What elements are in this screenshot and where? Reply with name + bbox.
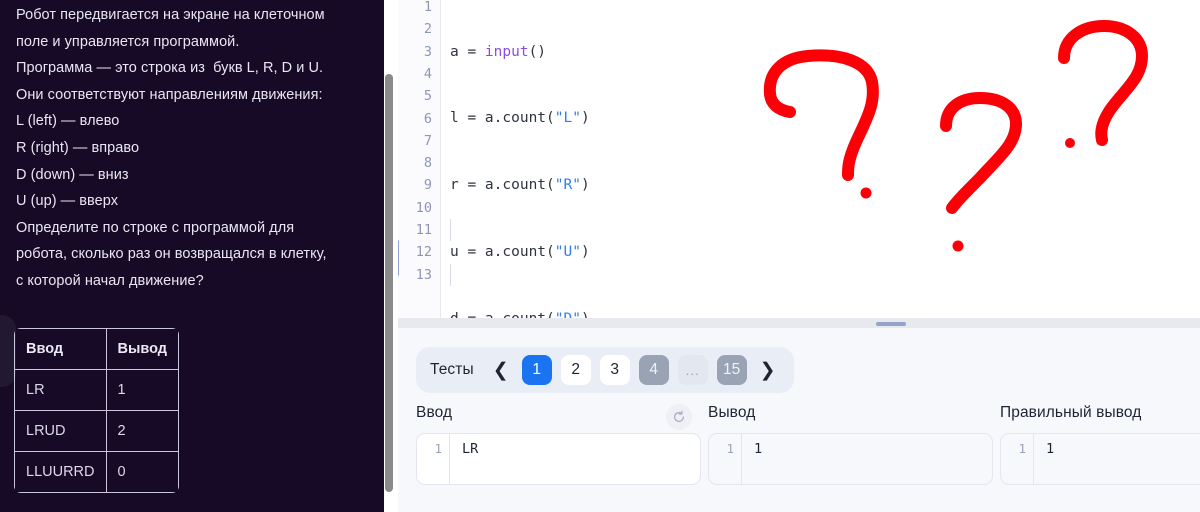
app-root: Робот передвигается на экране на клеточн…	[0, 0, 1200, 512]
task-line: L (left) — влево	[16, 113, 120, 130]
line-number: 5	[423, 88, 432, 105]
question-dot	[952, 240, 964, 252]
table-header-output: Вывод	[105, 328, 179, 370]
question-dot	[860, 187, 872, 199]
line-number: 10	[415, 199, 432, 216]
task-description: Робот передвигается на экране на клеточн…	[16, 2, 368, 295]
output-value: 1	[754, 441, 763, 457]
expected-output-title: Правильный вывод	[1000, 404, 1142, 421]
table-row: LR 1	[14, 369, 179, 411]
table-cell-input: LLUURRD	[14, 451, 107, 493]
table-header-input: Ввод	[14, 328, 107, 370]
output-panel: Вывод 1 1	[708, 404, 993, 485]
code-line: u = a.count("U")	[450, 244, 590, 261]
line-number: 13	[415, 266, 432, 283]
question-dot	[1065, 138, 1075, 148]
line-number: 1	[423, 0, 432, 15]
input-line-number: 1	[417, 434, 450, 484]
tests-pagination: Тесты ❮ 1 2 3 4 ... 15 ❯	[416, 347, 794, 393]
input-panel-title: Ввод	[416, 404, 453, 421]
code-editor[interactable]: 1 2 3 4 5 6 7 8 9 10 11 12 13 a = input(…	[398, 0, 1200, 318]
line-number: 11	[415, 222, 432, 238]
task-line: с которой начал движение?	[16, 272, 204, 289]
test-page-3[interactable]: 3	[599, 355, 630, 385]
line-number: 12	[415, 244, 432, 261]
editor-code-content[interactable]: a = input() l = a.count("L") r = a.count…	[450, 0, 668, 318]
line-number: 6	[423, 110, 432, 127]
expected-value: 1	[1046, 441, 1055, 457]
line-number: 8	[423, 155, 432, 172]
code-line: r = a.count("R")	[450, 177, 590, 194]
table-cell-output: 1	[105, 369, 179, 411]
line-number: 7	[423, 132, 432, 149]
output-display: 1 1	[708, 433, 993, 485]
code-line: l = a.count("L")	[450, 110, 590, 127]
expected-output-panel: Правильный вывод 1 1	[1000, 404, 1200, 485]
expected-line-number: 1	[1001, 434, 1034, 484]
task-panel: Робот передвигается на экране на клеточн…	[0, 0, 384, 512]
test-page-2[interactable]: 2	[560, 355, 591, 385]
line-number: 2	[423, 21, 432, 38]
code-line: d = a.count("D")	[450, 308, 668, 318]
test-page-ellipsis[interactable]: ...	[677, 355, 708, 385]
input-value[interactable]: LR	[450, 434, 700, 484]
test-page-4[interactable]: 4	[638, 355, 669, 385]
task-line: робота, сколько раз он возвращался в кле…	[16, 246, 327, 263]
page-scrollbar-thumb[interactable]	[385, 74, 393, 492]
table-row: LRUD 2	[14, 410, 179, 452]
task-line: Программа — это строка из букв L, R, D и…	[16, 60, 324, 77]
editor-cursor-marker	[398, 240, 399, 276]
table-row: LLUURRD 0	[14, 451, 179, 493]
chevron-left-icon[interactable]: ❮	[489, 361, 513, 380]
test-page-15[interactable]: 15	[716, 355, 747, 385]
line-number: 3	[423, 43, 432, 60]
code-line: a = input()	[450, 43, 547, 60]
output-line-number: 1	[709, 434, 742, 484]
panel-splitter[interactable]	[398, 318, 1200, 328]
task-line: R (right) — вправо	[16, 139, 140, 156]
table-cell-output: 2	[105, 410, 179, 452]
splitter-drag-handle[interactable]	[876, 322, 906, 326]
table-cell-input: LRUD	[14, 410, 107, 452]
table-cell-input: LR	[14, 369, 107, 411]
chevron-right-icon[interactable]: ❯	[756, 361, 780, 380]
test-page-1[interactable]: 1	[521, 355, 552, 385]
expected-output-display: 1 1	[1000, 433, 1200, 485]
refresh-icon[interactable]	[666, 404, 692, 430]
task-line: Они соответствуют направлениям движения:	[16, 86, 323, 103]
output-panel-title: Вывод	[708, 404, 756, 421]
input-panel: Ввод 1 LR	[416, 404, 701, 485]
table-header-row: Ввод Вывод	[14, 328, 179, 370]
tests-label: Тесты	[430, 361, 474, 378]
input-editor[interactable]: 1 LR	[416, 433, 701, 485]
task-line: Робот передвигается на экране на клеточн…	[16, 7, 325, 23]
examples-table: Ввод Вывод LR 1 LRUD 2 LLUURRD 0	[14, 328, 179, 493]
editor-line-gutter: 1 2 3 4 5 6 7 8 9 10 11 12 13	[398, 0, 441, 318]
task-line: D (down) — вниз	[16, 166, 129, 183]
workspace: 1 2 3 4 5 6 7 8 9 10 11 12 13 a = input(…	[398, 0, 1200, 512]
line-number: 4	[423, 65, 432, 82]
table-cell-output: 0	[105, 451, 179, 493]
task-line: U (up) — вверх	[16, 193, 119, 210]
task-line: Определите по строке с программой для	[16, 219, 295, 236]
task-line: поле и управляется программой.	[16, 33, 240, 50]
line-number: 9	[423, 177, 432, 194]
